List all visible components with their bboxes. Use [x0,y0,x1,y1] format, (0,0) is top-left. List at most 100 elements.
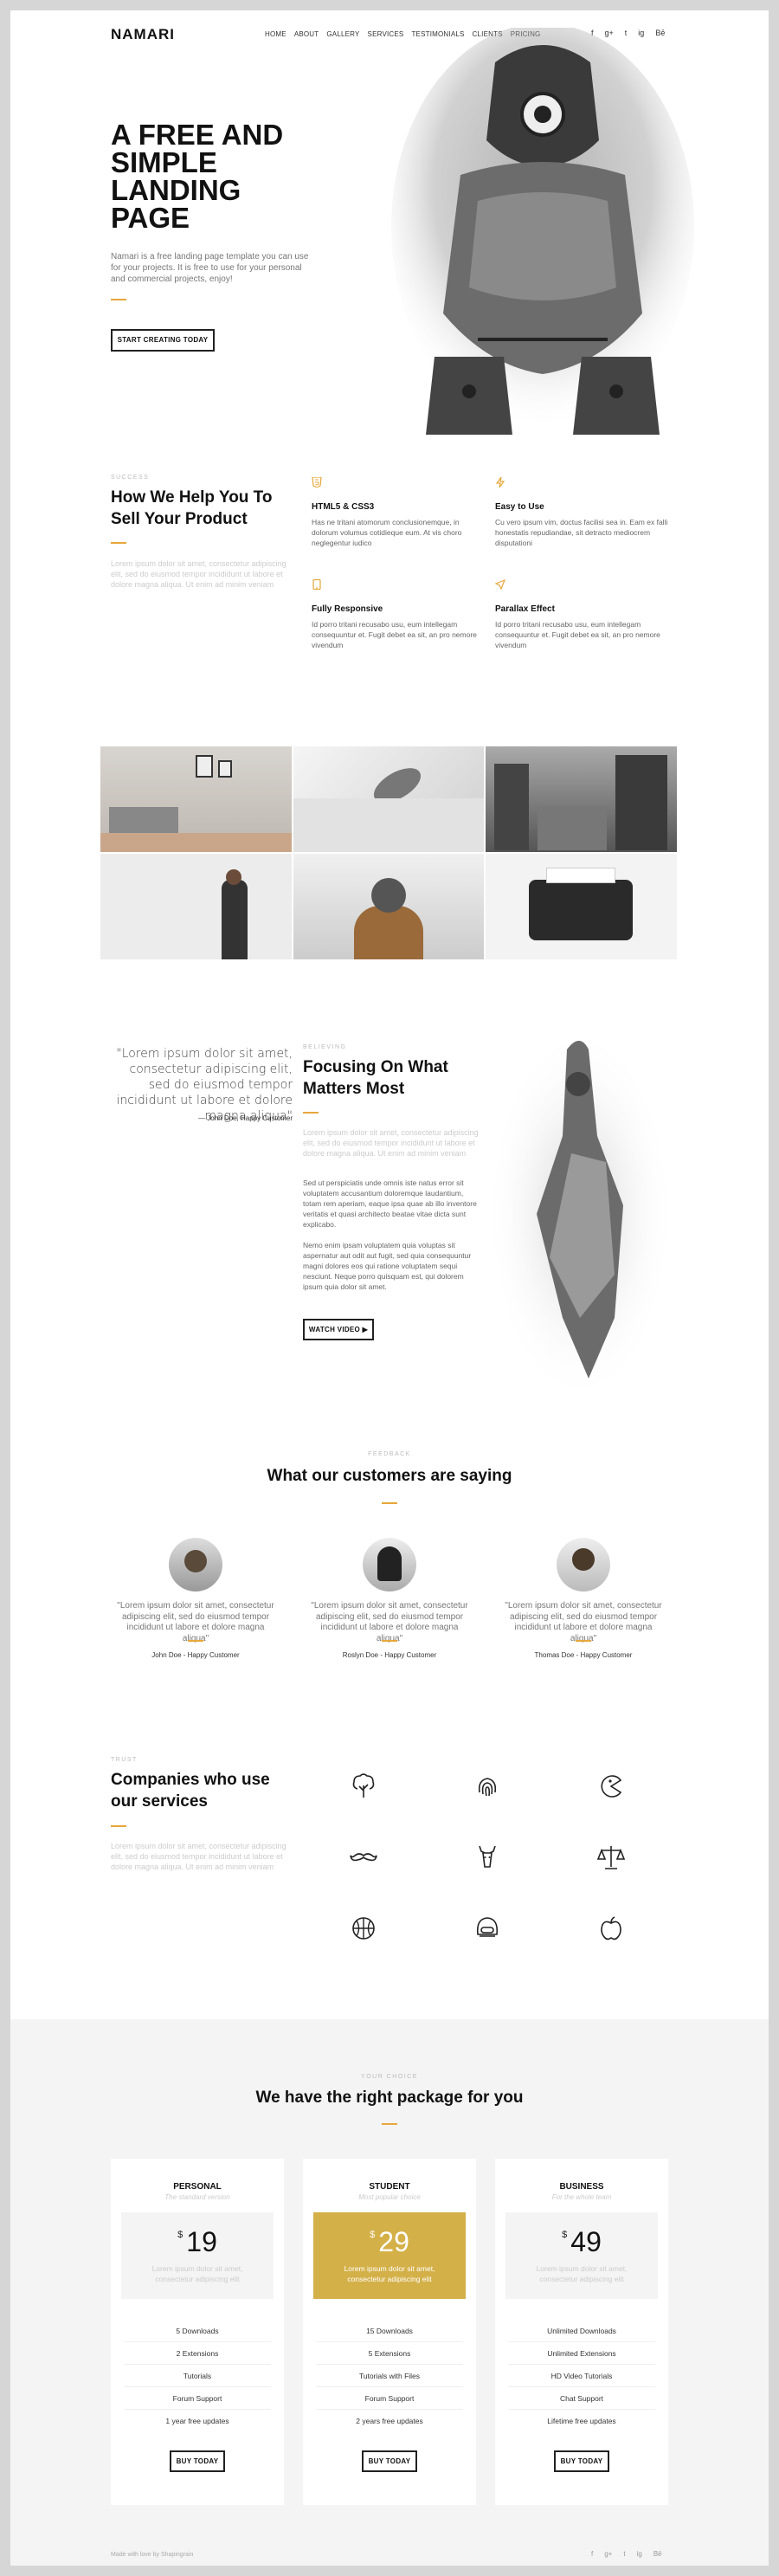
plan-feature: Tutorials [124,2365,271,2387]
gallery-image-writing[interactable] [293,746,485,852]
testimonials-accent-line [382,1502,397,1504]
help-title: How We Help You To Sell Your Product [111,488,273,528]
apple-icon [601,1916,621,1940]
price-box-highlighted: $29 Lorem ipsum dolor sit amet, consecte… [313,2212,466,2299]
gallery-image-city[interactable] [486,746,677,852]
buy-today-button[interactable]: Buy today [170,2450,225,2472]
instagram-icon[interactable]: ig [637,2550,642,2558]
start-creating-button[interactable]: Start creating today [111,329,215,352]
belief-kicker: Believing [303,1044,347,1050]
price: $49 [562,2226,602,2257]
feature-title: Parallax Effect [495,604,555,614]
footer-credit: Made with love by Shapingrain [111,2552,194,2558]
feature-parallax: Parallax Effect Id porro tritani recusab… [494,578,668,650]
plan-feature: 15 Downloads [316,2320,463,2342]
testimonial-name: Thomas Doe - Happy Customer [534,1651,633,1659]
belief-illustration [493,1041,666,1387]
gallery-image-person[interactable] [293,854,485,959]
plan-feature: 5 Downloads [124,2320,271,2342]
watch-video-button[interactable]: Watch video ▶ [303,1319,374,1340]
basketball-icon [352,1917,375,1940]
plan-feature: Forum Support [316,2387,463,2410]
price: $29 [370,2226,409,2257]
buy-today-button[interactable]: Buy today [362,2450,417,2472]
feature-html5: HTML5 & CSS3 Has ne tritani atomorum con… [312,476,485,548]
photo-gallery [100,746,677,959]
plan-feature: Unlimited Downloads [508,2320,655,2342]
plan-feature: 2 Extensions [124,2342,271,2365]
price-box: $19 Lorem ipsum dolor sit amet, consecte… [121,2212,274,2299]
testimonial-name: Roslyn Doe - Happy Customer [342,1651,437,1659]
testimonial-accent-line [188,1640,203,1642]
google-plus-icon[interactable]: g+ [604,2550,612,2558]
gallery-image-wall[interactable] [100,854,292,959]
html5-icon [312,476,322,488]
plan-card-student: Student Most popular choice $29 Lorem ip… [303,2159,476,2505]
feedback-kicker: Feedback [368,1451,411,1457]
feature-responsive: Fully Responsive Id porro tritani recusa… [312,578,485,650]
plan-features: 5 Downloads 2 Extensions Tutorials Forum… [111,2320,284,2432]
fingerprint-icon [478,1778,497,1797]
diving-helmet-icon [476,1917,499,1937]
plan-feature: 5 Extensions [316,2342,463,2365]
bolt-icon [495,476,505,488]
testimonial-text: "Lorem ipsum dolor sit amet, consectetur… [117,1601,274,1643]
belief-paragraph-1: Sed ut perspiciatis unde omnis iste natu… [303,1178,477,1229]
buy-today-button[interactable]: Buy today [554,2450,609,2472]
page: NAMARI Home About Gallery Services Testi… [10,10,769,2566]
brand-logo[interactable]: NAMARI [111,26,175,43]
help-text: Lorem ipsum dolor sit amet, consectetur … [111,559,286,589]
mustache-icon [350,1853,377,1862]
belief-accent-line [303,1112,319,1114]
help-kicker: Success [111,475,150,481]
plan-features: Unlimited Downloads Unlimited Extensions… [495,2320,668,2432]
testimonial-accent-line [382,1640,397,1642]
belief-title: Focusing On What Matters Most [303,1058,448,1098]
trust-kicker: Trust [111,1757,138,1763]
plan-feature: Unlimited Extensions [508,2342,655,2365]
hero-accent-line [111,299,126,300]
plan-subtitle: The standard version [164,2193,230,2201]
pricing-kicker: Your choice [361,2074,418,2080]
companies-accent-line [111,1825,126,1827]
plan-feature: 2 years free updates [356,2417,423,2425]
plan-feature: Lifetime free updates [547,2417,616,2425]
pricing-accent-line [382,2123,397,2125]
behance-icon[interactable]: Bē [653,2550,662,2558]
hero-title: A Free and Simple Landing Page [111,119,284,234]
price: $19 [177,2226,217,2257]
price-description: Lorem ipsum dolor sit amet, consectetur … [151,2264,243,2283]
testimonial-accent-line [576,1640,591,1642]
price-description: Lorem ipsum dolor sit amet, consectetur … [344,2264,435,2283]
pacman-icon [601,1775,622,1798]
feature-easy: Easy to Use Cu vero ipsum vim, doctus fa… [495,476,668,548]
rocket-icon [494,578,506,591]
scales-icon [596,1846,626,1869]
plan-features: 15 Downloads 5 Extensions Tutorials with… [303,2320,476,2432]
plan-subtitle: For the whole team [551,2193,612,2201]
nav-item-gallery[interactable]: Gallery [326,30,359,38]
plan-subtitle: Most popular choice [358,2193,421,2201]
pull-quote: "Lorem ipsum dolor sit amet, consectetur… [116,1047,293,1123]
plan-feature: HD Video Tutorials [508,2365,655,2387]
twitter-icon[interactable]: t [623,2550,625,2558]
feature-text: Cu vero ipsum vim, doctus facilisi sea i… [495,518,668,547]
footer-social: f g+ t ig Bē [591,2550,662,2558]
deer-icon [479,1845,496,1868]
gallery-image-interior[interactable] [100,746,292,852]
plan-feature: Chat Support [508,2387,655,2410]
testimonial-name: John Doe - Happy Customer [151,1651,240,1659]
gallery-image-typewriter[interactable] [486,854,677,959]
nav-item-about[interactable]: About [294,30,319,38]
facebook-icon[interactable]: f [591,2550,593,2558]
tree-icon [352,1773,375,1798]
avatar-john [169,1538,222,1591]
feature-title: Fully Responsive [312,604,383,614]
feature-text: Id porro tritani recusabo usu, eum intel… [495,620,660,649]
nav-item-home[interactable]: Home [265,30,286,38]
quote-author: — John Doe, Happy Customer [198,1114,293,1122]
testimonial-text: "Lorem ipsum dolor sit amet, consectetur… [505,1601,662,1643]
feature-text: Has ne tritani atomorum conclusionemque,… [312,518,462,547]
plan-name: Business [559,2182,604,2192]
plan-feature: Forum Support [124,2387,271,2410]
